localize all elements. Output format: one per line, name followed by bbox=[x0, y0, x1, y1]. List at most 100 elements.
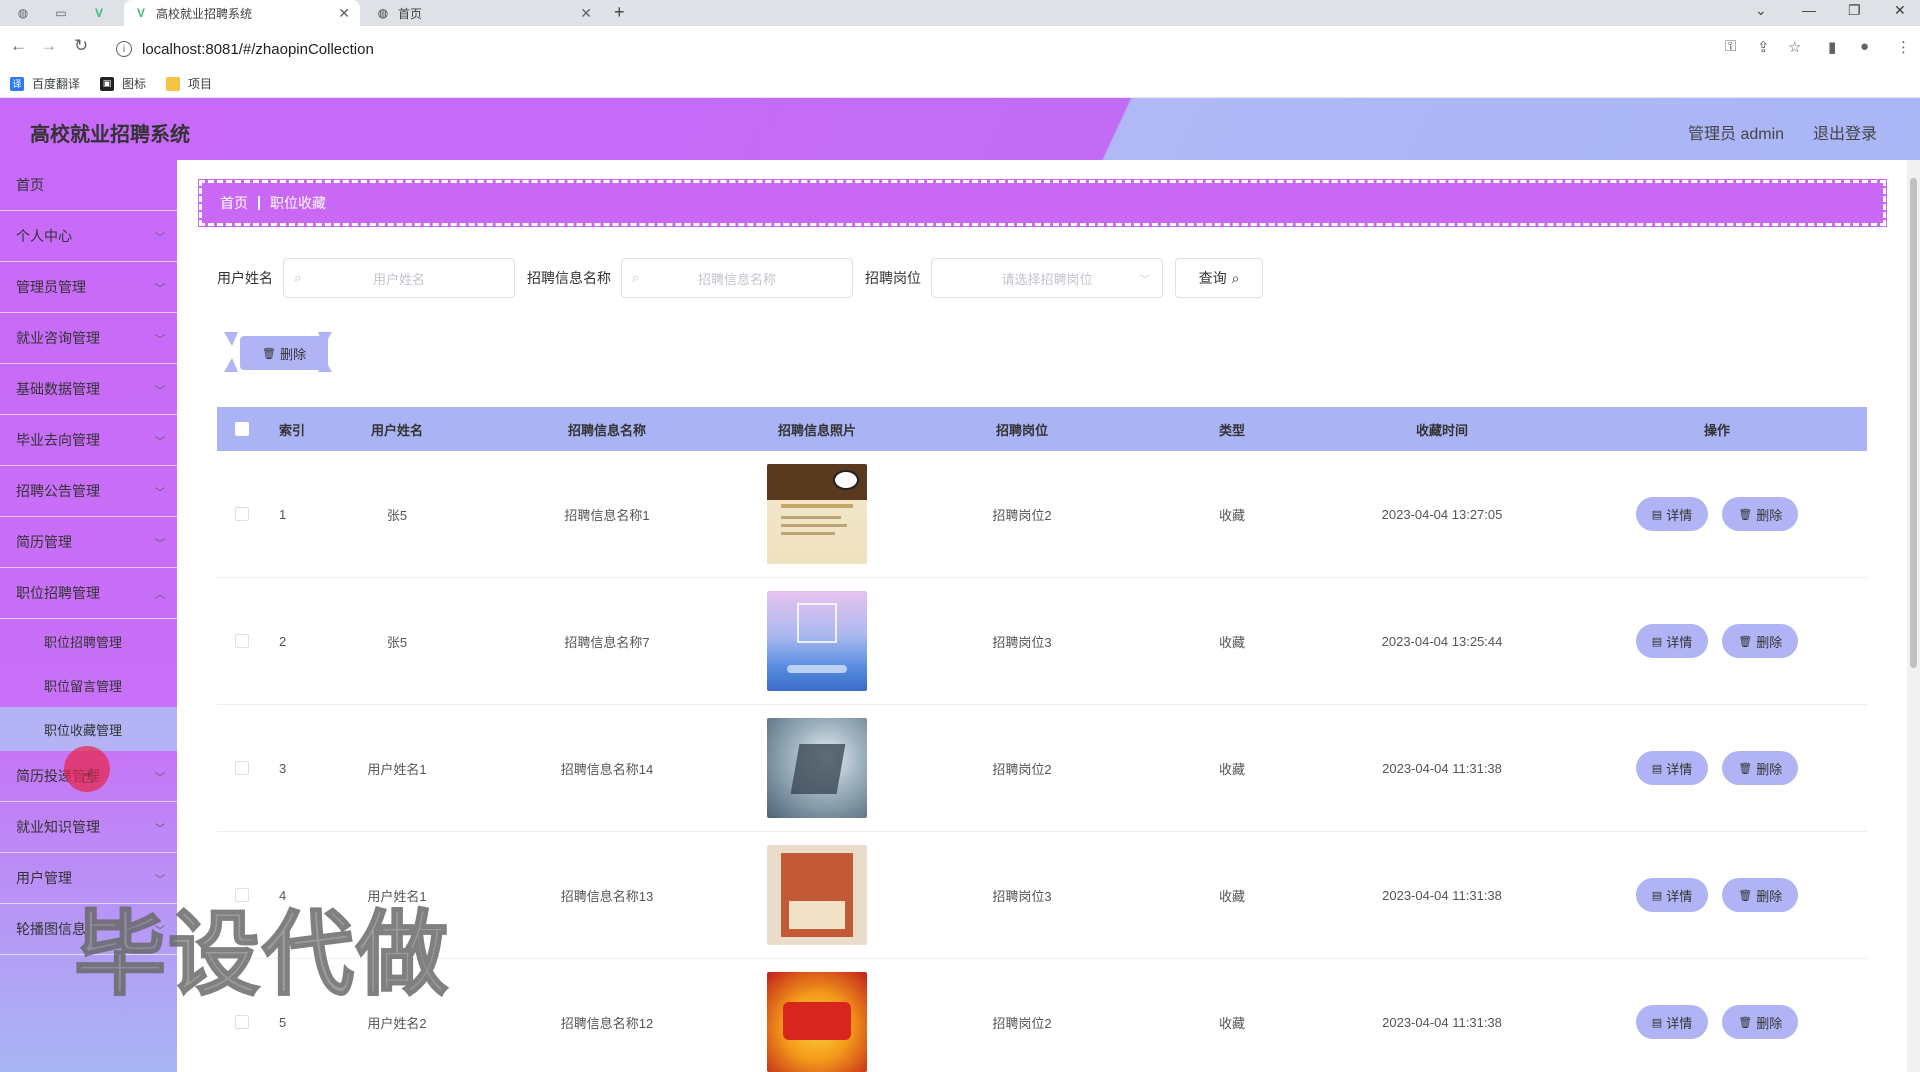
sidebar-item-job[interactable]: 职位招聘管理 ︿ bbox=[0, 568, 177, 619]
sidebar-item-consult[interactable]: 就业咨询管理 ﹀ bbox=[0, 313, 177, 364]
cell-position: 招聘岗位3 bbox=[992, 888, 1052, 904]
bookmark-label: 项目 bbox=[188, 77, 213, 91]
row-checkbox[interactable] bbox=[235, 507, 249, 521]
sidebar-item-home[interactable]: 首页 bbox=[0, 160, 177, 211]
key-icon[interactable]: ⚿ bbox=[1725, 38, 1736, 55]
blank-tab-icon[interactable]: ▭ bbox=[50, 3, 72, 23]
cell-time: 2023-04-04 11:31:38 bbox=[1382, 760, 1502, 776]
forward-arrow-icon[interactable]: → bbox=[40, 36, 57, 56]
breadcrumb-separator bbox=[258, 196, 260, 210]
sidebar-item-personal[interactable]: 个人中心 ﹀ bbox=[0, 211, 177, 262]
bookmark-project[interactable]: 项目 bbox=[166, 75, 212, 92]
url-field[interactable]: i localhost:8081/#/zhaopinCollection bbox=[108, 33, 1738, 65]
close-icon[interactable]: ✕ bbox=[580, 5, 592, 22]
sidebar-item-graduate[interactable]: 毕业去向管理 ﹀ bbox=[0, 415, 177, 466]
bulk-delete-label: 删除 bbox=[279, 346, 306, 362]
sidepanel-icon[interactable]: ▮ bbox=[1828, 38, 1836, 56]
bookmark-baidu-translate[interactable]: 译 百度翻译 bbox=[10, 75, 80, 92]
tab-home[interactable]: ◍ 首页 ✕ bbox=[366, 0, 602, 26]
info-icon[interactable]: i bbox=[116, 41, 132, 57]
detail-button[interactable]: ▤ 详情 bbox=[1635, 751, 1709, 785]
browser-tab-bar: ◍ ▭ V V 高校就业招聘系统 ✕ ◍ 首页 ✕ + ⌄ — ❐ ✕ bbox=[0, 0, 1920, 26]
username-input[interactable]: ⌕ 用户姓名 bbox=[283, 258, 515, 298]
menu-dots-icon[interactable]: ⋮ bbox=[1896, 38, 1911, 56]
delete-button[interactable]: 🗑 删除 bbox=[1722, 624, 1799, 658]
position-select[interactable]: 请选择招聘岗位 ﹀ bbox=[931, 258, 1163, 298]
bulk-delete-button[interactable]: 🗑 删除 bbox=[240, 336, 328, 370]
breadcrumb-home[interactable]: 首页 bbox=[220, 193, 248, 213]
table-row: 3 用户姓名1 招聘信息名称14 招聘岗位2 收藏 2023-04-04 11:… bbox=[217, 705, 1867, 832]
cell-username: 张5 bbox=[386, 507, 408, 523]
sidebar-item-basic-data[interactable]: 基础数据管理 ﹀ bbox=[0, 364, 177, 415]
collection-table: 索引 用户姓名 招聘信息名称 招聘信息照片 招聘岗位 类型 收藏时间 操作 1 … bbox=[217, 407, 1867, 1072]
vue-icon[interactable]: V bbox=[88, 3, 110, 23]
sidebar-subitem-job-collection[interactable]: 职位收藏管理 bbox=[0, 707, 177, 751]
cell-type: 收藏 bbox=[1218, 1015, 1245, 1031]
username-placeholder: 用户姓名 bbox=[372, 271, 425, 287]
delete-button[interactable]: 🗑 删除 bbox=[1722, 878, 1799, 912]
query-button[interactable]: 查询 ⌕ bbox=[1175, 258, 1263, 298]
row-checkbox[interactable] bbox=[235, 634, 249, 648]
page-scrollbar[interactable] bbox=[1907, 160, 1920, 1072]
detail-button[interactable]: ▤ 详情 bbox=[1635, 1005, 1709, 1039]
minimize-icon[interactable]: — bbox=[1802, 2, 1816, 18]
back-arrow-icon[interactable]: ← bbox=[10, 36, 27, 56]
cell-type: 收藏 bbox=[1218, 888, 1245, 904]
reload-icon[interactable]: ↻ bbox=[74, 36, 88, 56]
delete-button[interactable]: 🗑 删除 bbox=[1722, 497, 1799, 531]
sidebar-subitem-label: 职位留言管理 bbox=[44, 678, 123, 694]
sidebar-item-label: 管理员管理 bbox=[16, 279, 86, 295]
chevron-down-icon: ﹀ bbox=[155, 823, 165, 835]
detail-button[interactable]: ▤ 详情 bbox=[1635, 878, 1709, 912]
breadcrumb: 首页 职位收藏 bbox=[198, 179, 1887, 227]
logout-button[interactable]: 退出登录 bbox=[1813, 120, 1877, 144]
cell-info-name: 招聘信息名称7 bbox=[564, 634, 650, 650]
tab-app[interactable]: V 高校就业招聘系统 ✕ bbox=[124, 0, 360, 26]
sidebar-item-label: 就业知识管理 bbox=[16, 819, 100, 835]
row-checkbox[interactable] bbox=[235, 761, 249, 775]
sidebar-item-notice[interactable]: 招聘公告管理 ﹀ bbox=[0, 466, 177, 517]
share-icon[interactable]: ⇪ bbox=[1757, 38, 1770, 56]
header-type: 类型 bbox=[1218, 422, 1245, 438]
delete-button[interactable]: 🗑 删除 bbox=[1722, 1005, 1799, 1039]
sidebar-item-resume[interactable]: 简历管理 ﹀ bbox=[0, 517, 177, 568]
bookmark-icons[interactable]: ▣ 图标 bbox=[100, 75, 146, 92]
globe-icon[interactable]: ◍ bbox=[12, 3, 34, 23]
profile-icon[interactable]: ● bbox=[1860, 38, 1869, 55]
table-row: 4 用户姓名1 招聘信息名称13 招聘岗位3 收藏 2023-04-04 11:… bbox=[217, 832, 1867, 959]
tab-title: 首页 bbox=[398, 6, 423, 21]
cell-info-name: 招聘信息名称12 bbox=[560, 1015, 654, 1031]
table-row: 5 用户姓名2 招聘信息名称12 招聘岗位2 收藏 2023-04-04 11:… bbox=[217, 959, 1867, 1072]
delete-button[interactable]: 🗑 删除 bbox=[1722, 751, 1799, 785]
scrollbar-thumb[interactable] bbox=[1910, 178, 1917, 668]
info-name-label: 招聘信息名称 bbox=[527, 270, 611, 286]
star-icon[interactable]: ☆ bbox=[1788, 38, 1801, 56]
cell-info-name: 招聘信息名称14 bbox=[560, 761, 654, 777]
bookmarks-bar: 译 百度翻译 ▣ 图标 项目 bbox=[0, 70, 1920, 98]
sidebar-subitem-label: 职位收藏管理 bbox=[44, 722, 123, 738]
tab-title: 高校就业招聘系统 bbox=[156, 6, 253, 21]
cell-time: 2023-04-04 11:31:38 bbox=[1382, 1014, 1502, 1030]
close-window-icon[interactable]: ✕ bbox=[1894, 2, 1906, 19]
restore-icon[interactable]: ❐ bbox=[1848, 2, 1861, 19]
sidebar-item-knowledge[interactable]: 就业知识管理 ﹀ bbox=[0, 802, 177, 853]
close-icon[interactable]: ✕ bbox=[338, 5, 350, 22]
row-checkbox[interactable] bbox=[235, 1015, 249, 1029]
sidebar-item-admins[interactable]: 管理员管理 ﹀ bbox=[0, 262, 177, 313]
chevron-up-icon: ︿ bbox=[155, 589, 165, 601]
info-name-input[interactable]: ⌕ 招聘信息名称 bbox=[621, 258, 853, 298]
cell-index: 1 bbox=[279, 506, 287, 522]
info-name-placeholder: 招聘信息名称 bbox=[697, 271, 776, 287]
select-all-checkbox[interactable] bbox=[235, 422, 249, 436]
new-tab-icon[interactable]: + bbox=[614, 2, 625, 23]
chevron-down-icon: ﹀ bbox=[155, 772, 165, 784]
query-label: 查询 bbox=[1198, 270, 1227, 286]
detail-button[interactable]: ▤ 详情 bbox=[1635, 624, 1709, 658]
cell-info-name: 招聘信息名称1 bbox=[564, 507, 650, 523]
recruit-photo bbox=[767, 972, 867, 1072]
detail-button[interactable]: ▤ 详情 bbox=[1635, 497, 1709, 531]
recruit-photo bbox=[767, 845, 867, 945]
sidebar-subitem-job-manage[interactable]: 职位招聘管理 bbox=[0, 619, 177, 663]
chevron-down-icon[interactable]: ⌄ bbox=[1755, 2, 1767, 19]
sidebar-subitem-job-message[interactable]: 职位留言管理 bbox=[0, 663, 177, 707]
